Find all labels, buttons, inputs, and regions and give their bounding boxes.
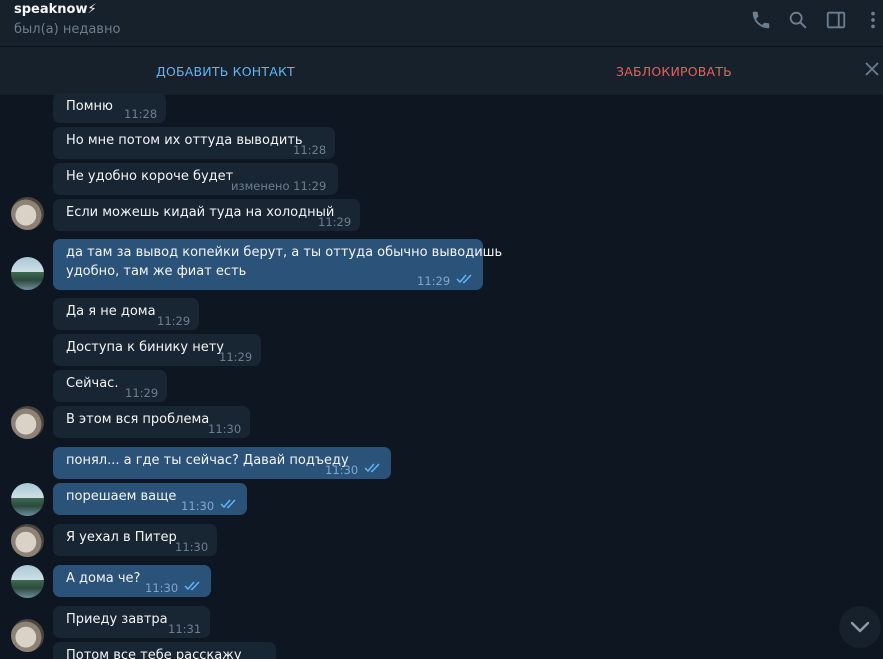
message-time: 11:30	[325, 463, 359, 477]
avatar[interactable]	[11, 406, 44, 439]
message-text: порешаем ваще	[66, 489, 177, 504]
search-icon[interactable]	[787, 9, 809, 31]
avatar[interactable]	[11, 197, 44, 230]
message-bubble-outgoing[interactable]: да там за вывод копейки берут, а ты отту…	[53, 239, 502, 290]
message-bubble[interactable]: Я уехал в Питер 11:30	[53, 524, 217, 556]
double-check-icon	[456, 274, 472, 284]
message-text: понял... а где ты сейчас? Давай подъеду	[66, 453, 349, 468]
message-time: 11:30	[181, 499, 215, 513]
message-text: Если можешь кидай туда на холодный	[66, 205, 335, 220]
message-bubble[interactable]: Сейчас. 11:29	[53, 370, 167, 402]
double-check-icon	[184, 581, 200, 591]
message-bubble[interactable]: Помню 11:28	[53, 93, 166, 123]
message-time: 11:29	[219, 350, 253, 364]
message-time: 11:29	[318, 215, 352, 229]
double-check-icon	[364, 463, 380, 473]
contact-status: был(а) недавно	[14, 22, 121, 37]
contact-name[interactable]: speaknow⚡	[14, 2, 97, 17]
contact-action-bar: ДОБАВИТЬ КОНТАКТ ЗАБЛОКИРОВАТЬ	[0, 47, 883, 95]
message-time: 11:29	[417, 274, 451, 288]
chevron-down-icon	[850, 621, 870, 633]
avatar[interactable]	[11, 524, 44, 557]
message-time: 11:28	[293, 143, 327, 157]
message-text: В этом вся проблема	[66, 412, 210, 427]
more-vertical-icon[interactable]	[862, 9, 883, 31]
message-bubble-outgoing[interactable]: порешаем ваще 11:30	[53, 483, 247, 515]
message-bubble[interactable]: Не удобно короче будет изменено 11:29	[53, 163, 338, 195]
phone-icon[interactable]	[750, 9, 772, 31]
message-time: 11:28	[124, 107, 158, 121]
message-text: А дома че?	[66, 571, 141, 586]
message-text-line1: да там за вывод копейки берут, а ты отту…	[66, 245, 503, 260]
message-text-line2: удобно, там же фиат есть	[66, 264, 247, 279]
message-time: 11:30	[175, 540, 209, 554]
avatar[interactable]	[11, 565, 44, 598]
close-icon[interactable]	[864, 61, 880, 77]
message-text: Сейчас.	[66, 376, 119, 391]
double-check-icon	[220, 499, 236, 509]
message-time: 11:30	[145, 581, 179, 595]
message-text: Я уехал в Питер	[66, 530, 177, 545]
avatar[interactable]	[11, 257, 44, 290]
add-contact-button[interactable]: ДОБАВИТЬ КОНТАКТ	[156, 64, 295, 79]
chat-header: speaknow⚡ был(а) недавно	[0, 0, 883, 47]
message-text: Не удобно короче будет	[66, 169, 234, 184]
message-text: Доступа к бинику нету	[66, 340, 224, 355]
message-time: 11:30	[208, 422, 242, 436]
block-button[interactable]: ЗАБЛОКИРОВАТЬ	[616, 64, 732, 79]
message-bubble[interactable]: Доступа к бинику нету 11:29	[53, 334, 261, 366]
message-text: Но мне потом их оттуда выводить	[66, 133, 303, 148]
message-bubble-outgoing[interactable]: А дома че? 11:30	[53, 565, 211, 597]
sidebar-toggle-icon[interactable]	[825, 9, 847, 31]
scroll-to-bottom-button[interactable]	[839, 606, 881, 648]
message-time: 11:31	[168, 622, 202, 636]
message-text: Приеду завтра	[66, 612, 168, 627]
avatar[interactable]	[11, 619, 44, 652]
message-text: Потом все тебе расскажу	[66, 648, 242, 659]
message-text: Да я не дома	[66, 304, 156, 319]
message-bubble-outgoing[interactable]: понял... а где ты сейчас? Давай подъеду …	[53, 447, 391, 479]
message-text: Помню	[66, 99, 113, 114]
message-time: 11:29	[157, 314, 191, 328]
message-bubble[interactable]: В этом вся проблема 11:30	[53, 406, 250, 438]
avatar[interactable]	[11, 483, 44, 516]
message-bubble[interactable]: Да я не дома 11:29	[53, 298, 199, 330]
message-bubble[interactable]: Если можешь кидай туда на холодный 11:29	[53, 199, 360, 231]
message-bubble[interactable]: Потом все тебе расскажу	[53, 642, 276, 659]
message-bubble[interactable]: Приеду завтра 11:31	[53, 606, 210, 638]
message-time: изменено 11:29	[231, 179, 327, 193]
message-bubble[interactable]: Но мне потом их оттуда выводить 11:28	[53, 127, 335, 159]
message-time: 11:29	[125, 386, 159, 400]
